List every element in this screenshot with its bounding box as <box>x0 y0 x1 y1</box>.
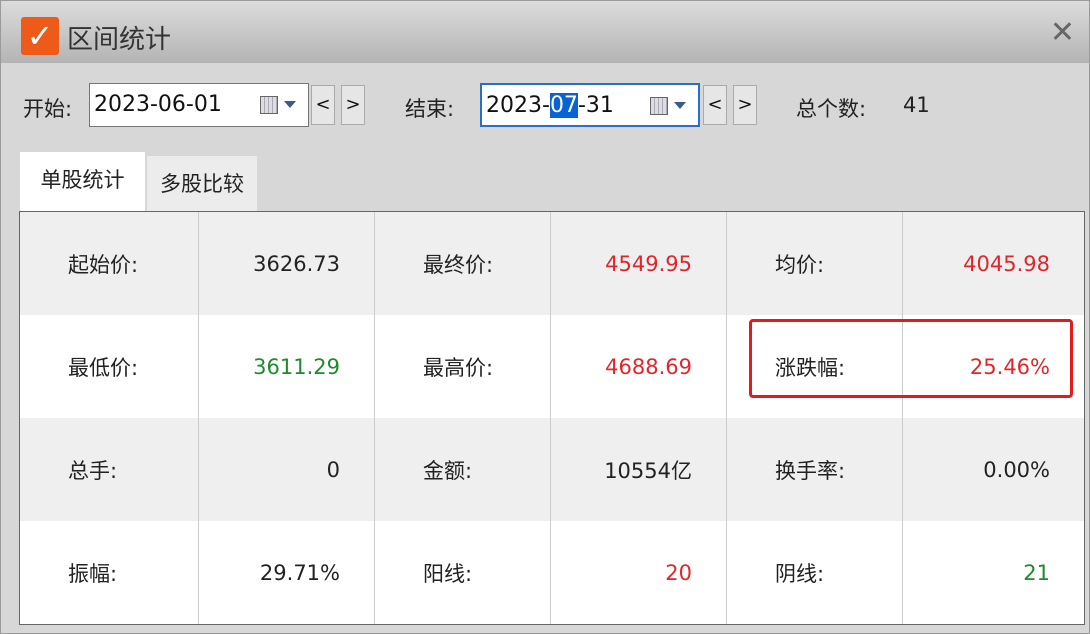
stats-row: 总手:0金额:10554亿换手率:0.00% <box>20 418 1084 521</box>
end-date-year: 2023- <box>486 93 550 118</box>
start-prev-button[interactable]: < <box>311 85 335 125</box>
stats-grid: 起始价:3626.73最终价:4549.95均价:4045.98最低价:3611… <box>19 211 1085 625</box>
checkmark-logo-icon: ✓ <box>21 17 59 55</box>
stat-label: 换手率: <box>727 418 903 521</box>
close-icon[interactable]: ✕ <box>1050 15 1075 50</box>
count-label: 总个数: <box>796 93 866 123</box>
stat-value: 3611.29 <box>199 315 375 418</box>
window-title: 区间统计 <box>67 19 171 56</box>
dropdown-arrow-icon[interactable] <box>284 101 296 108</box>
stat-label: 金额: <box>375 418 551 521</box>
stat-value: 3626.73 <box>199 212 375 315</box>
start-date-input[interactable]: 2023-06-01 <box>89 83 309 127</box>
stat-value: 4688.69 <box>551 315 727 418</box>
stat-value: 10554亿 <box>551 418 727 521</box>
stat-value: 29.71% <box>199 521 375 624</box>
stat-value: 0.00% <box>903 418 1084 521</box>
stat-value: 21 <box>903 521 1084 624</box>
title-bar: ✓ 区间统计 ✕ <box>1 1 1089 63</box>
stats-row: 振幅:29.71%阳线:20阴线:21 <box>20 521 1084 624</box>
end-label: 结束: <box>405 93 454 123</box>
stat-value: 20 <box>551 521 727 624</box>
calendar-icon[interactable] <box>260 96 278 114</box>
stat-label: 最高价: <box>375 315 551 418</box>
start-date-value: 2023-06-01 <box>94 92 222 117</box>
end-date-month-selected: 07 <box>550 93 578 118</box>
stat-label: 起始价: <box>20 212 199 315</box>
end-date-input[interactable]: 2023-07-31 <box>480 83 700 127</box>
highlight-box <box>749 319 1073 398</box>
stats-row: 起始价:3626.73最终价:4549.95均价:4045.98 <box>20 212 1084 315</box>
tab-multi-stock-compare[interactable]: 多股比较 <box>147 156 257 211</box>
end-next-button[interactable]: > <box>733 85 757 125</box>
stat-label: 均价: <box>727 212 903 315</box>
stat-label: 总手: <box>20 418 199 521</box>
calendar-icon[interactable] <box>650 97 668 115</box>
dropdown-arrow-icon[interactable] <box>674 102 686 109</box>
start-next-button[interactable]: > <box>341 85 365 125</box>
interval-stats-window: ✓ 区间统计 ✕ 开始: 2023-06-01 < > 结束: 2023-07-… <box>0 0 1090 634</box>
count-value: 41 <box>903 93 930 117</box>
stat-label: 最终价: <box>375 212 551 315</box>
stat-value: 0 <box>199 418 375 521</box>
stat-value: 4549.95 <box>551 212 727 315</box>
stat-label: 振幅: <box>20 521 199 624</box>
stat-label: 最低价: <box>20 315 199 418</box>
start-label: 开始: <box>23 93 72 123</box>
stat-label: 阳线: <box>375 521 551 624</box>
end-prev-button[interactable]: < <box>703 85 727 125</box>
stat-label: 阴线: <box>727 521 903 624</box>
stat-value: 4045.98 <box>903 212 1084 315</box>
tab-single-stock[interactable]: 单股统计 <box>20 152 145 212</box>
end-date-day: -31 <box>578 93 614 118</box>
